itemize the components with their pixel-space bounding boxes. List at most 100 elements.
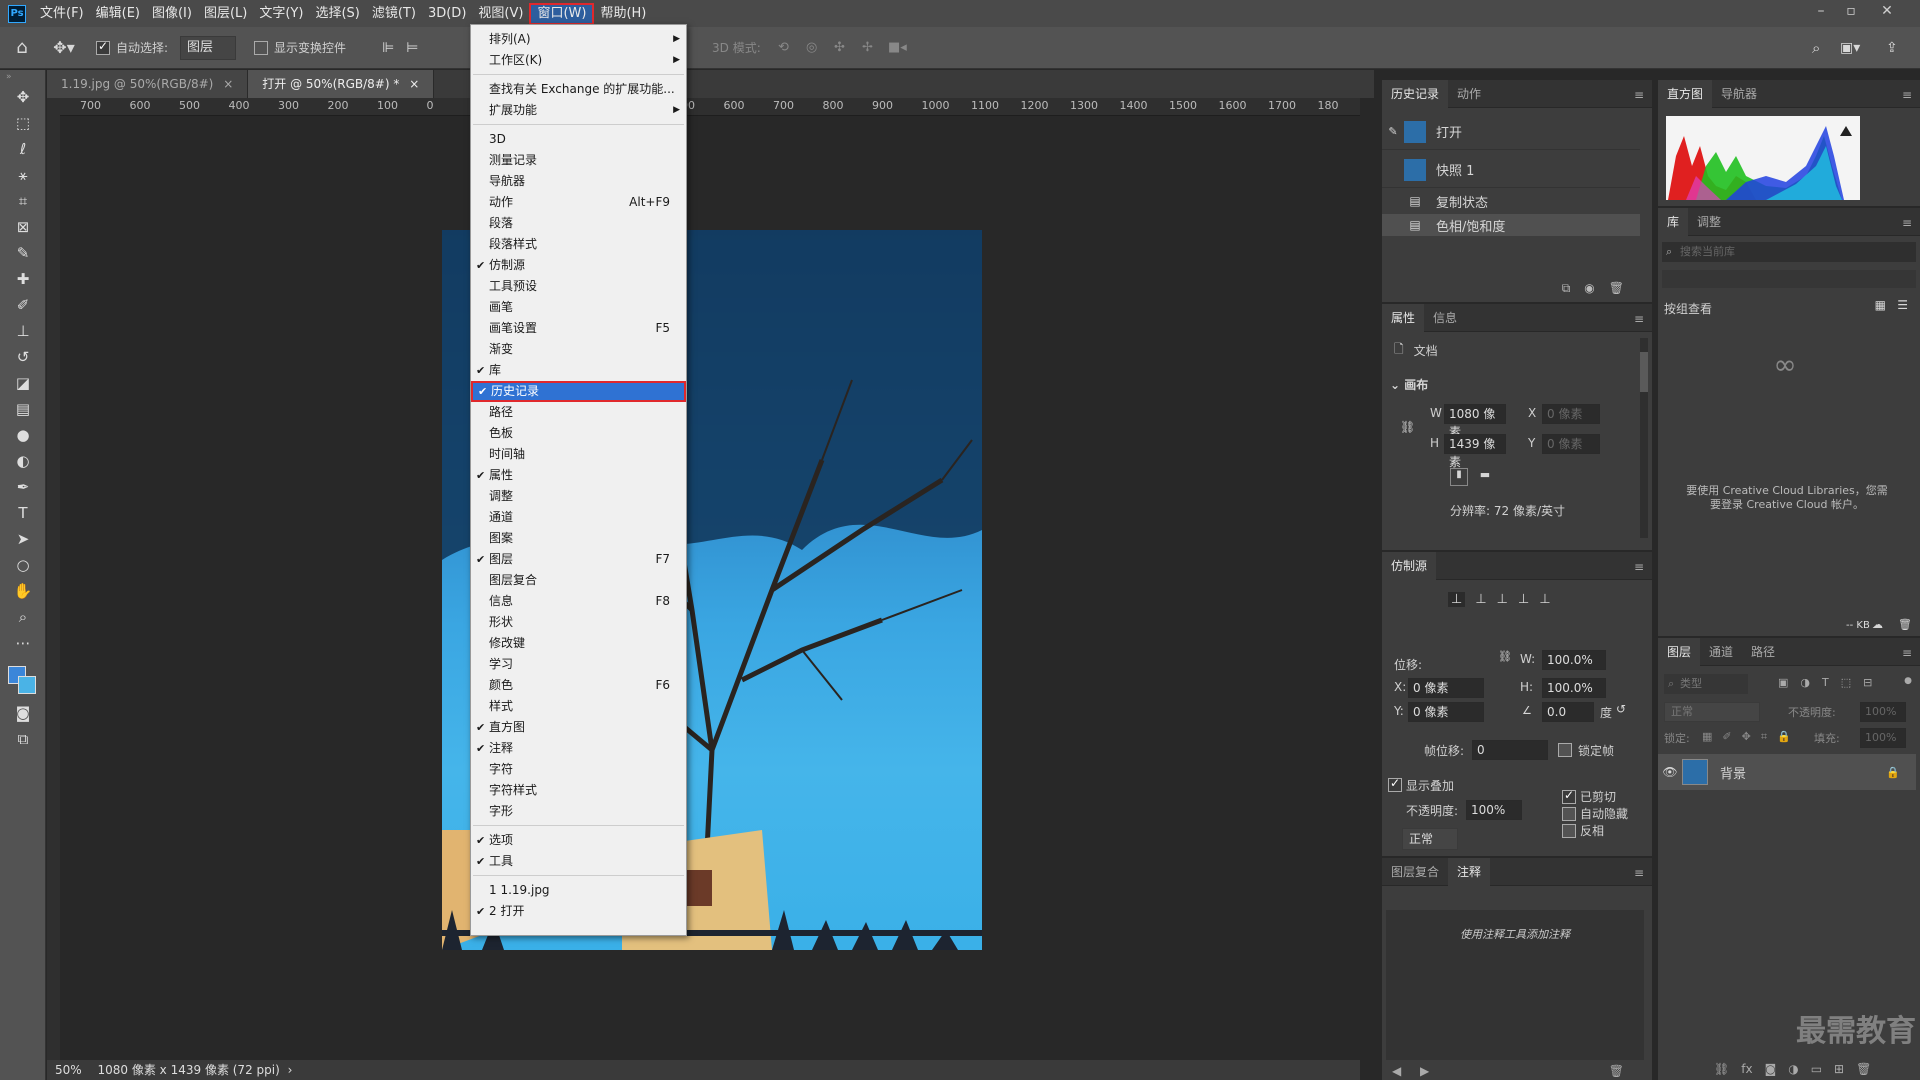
menu-filter[interactable]: 滤镜(T) [366, 3, 422, 25]
pen-icon[interactable]: ✒ [0, 474, 46, 500]
pan-3d-icon[interactable]: ✣ [834, 40, 845, 55]
crop-icon[interactable]: ⌗ [0, 188, 46, 214]
window-menu-item[interactable]: 扩展功能 ▶ [471, 100, 686, 121]
maximize-icon[interactable]: ▫ [1836, 0, 1866, 22]
layer-row[interactable]: 👁 背景 🔒 [1658, 754, 1916, 790]
menu-select[interactable]: 选择(S) [309, 3, 365, 25]
history-brush-icon[interactable]: ↺ [0, 344, 46, 370]
dodge-icon[interactable]: ◐ [0, 448, 46, 474]
auto-select-dropdown[interactable]: 图层 [180, 35, 237, 60]
lock-all-icon[interactable]: 🔒 [1777, 730, 1791, 744]
add-mask-icon[interactable]: ◙ [1765, 1062, 1777, 1076]
lock-frame-checkbox[interactable] [1558, 743, 1572, 757]
menu-image[interactable]: 图像(I) [146, 3, 198, 25]
window-menu-item[interactable]: 1 1.19.jpg [471, 880, 686, 901]
type-icon[interactable]: T [0, 500, 46, 526]
cloud-sync-icon[interactable]: ☁ [1872, 618, 1883, 631]
window-menu-item[interactable]: ✔ 注释 [471, 738, 686, 759]
previous-note-icon[interactable]: ◀ [1392, 1064, 1401, 1078]
delete-layer-icon[interactable]: 🗑 [1856, 1062, 1871, 1076]
share-icon[interactable]: ⇪ [1886, 40, 1898, 56]
home-icon[interactable]: ⌂ [0, 37, 44, 58]
overlay-opacity-field[interactable]: 100% [1466, 800, 1522, 820]
window-menu-item[interactable]: 工具预设 [471, 276, 686, 297]
window-menu-item[interactable]: 信息 F8 [471, 591, 686, 612]
window-menu-item[interactable]: 时间轴 [471, 444, 686, 465]
lock-position-icon[interactable]: ✥ [1742, 730, 1751, 744]
window-menu-item[interactable]: 颜色 F6 [471, 675, 686, 696]
filter-type-icon[interactable]: T [1822, 676, 1829, 689]
adjustment-layer-icon[interactable]: ◑ [1788, 1062, 1798, 1076]
history-item[interactable]: ✎ 打开 [1382, 114, 1640, 150]
library-search-input[interactable]: ⌕ 搜索当前库 [1662, 242, 1916, 262]
window-menu-item[interactable]: 修改键 [471, 633, 686, 654]
panel-menu-icon[interactable]: ≡ [1634, 866, 1644, 880]
next-note-icon[interactable]: ▶ [1420, 1064, 1429, 1078]
marquee-icon[interactable]: ⬚ [0, 110, 46, 136]
hand-icon[interactable]: ✋ [0, 578, 46, 604]
properties-scrollbar[interactable] [1640, 338, 1648, 538]
window-menu-item[interactable]: 测量记录 [471, 150, 686, 171]
window-menu-item[interactable]: 段落样式 [471, 234, 686, 255]
healing-brush-icon[interactable]: ✚ [0, 266, 46, 292]
lock-image-icon[interactable]: ✐ [1722, 730, 1731, 744]
screen-mode-icon[interactable]: ⧉ [0, 726, 46, 752]
list-view-icon[interactable]: ☰ [1897, 298, 1908, 312]
history-item[interactable]: ▤ 复制状态 [1382, 190, 1640, 212]
tab-channels[interactable]: 通道 [1700, 638, 1742, 666]
tab-adjustments[interactable]: 调整 [1688, 208, 1730, 236]
clone-source-5-icon[interactable]: ⊥ [1539, 592, 1550, 607]
history-brush-source-icon[interactable]: ✎ [1382, 125, 1404, 138]
new-group-icon[interactable]: ▭ [1811, 1062, 1822, 1076]
window-menu-item[interactable]: ✔ 仿制源 [471, 255, 686, 276]
search-icon[interactable]: ⌕ [1812, 39, 1820, 57]
window-menu-item[interactable]: 导航器 [471, 171, 686, 192]
notes-content-area[interactable]: 使用注释工具添加注释 [1386, 910, 1644, 1060]
tab-actions[interactable]: 动作 [1448, 80, 1490, 108]
collapse-icon[interactable]: » [0, 70, 46, 84]
window-menu-item[interactable]: 图层复合 [471, 570, 686, 591]
background-color[interactable] [18, 676, 36, 694]
history-item[interactable]: 快照 1 [1382, 152, 1640, 188]
clone-y-field[interactable]: 0 像素 [1408, 702, 1484, 722]
window-menu-item[interactable]: 字形 [471, 801, 686, 822]
group-view-dropdown[interactable]: 按组查看 [1664, 300, 1712, 317]
delete-icon[interactable]: 🗑 [1898, 618, 1912, 631]
window-menu-item[interactable]: 渐变 [471, 339, 686, 360]
align-center-icon[interactable]: ⊨ [406, 40, 418, 56]
color-swatches[interactable] [0, 656, 46, 700]
layer-filter-dropdown[interactable]: ⌕ 类型 [1664, 674, 1748, 694]
layer-opacity-field[interactable]: 100% [1860, 702, 1906, 722]
window-menu-item[interactable]: 画笔设置 F5 [471, 318, 686, 339]
lasso-icon[interactable]: ℓ [0, 136, 46, 162]
window-menu-item[interactable]: ✔ 2 打开 [471, 901, 686, 922]
window-menu-item[interactable]: ✔ 库 [471, 360, 686, 381]
panel-menu-icon[interactable]: ≡ [1902, 216, 1912, 230]
canvas-height-field[interactable]: 1439 像素 [1444, 434, 1506, 469]
auto-select-checkbox[interactable] [96, 39, 110, 55]
window-menu-item[interactable]: ✔ 属性 [471, 465, 686, 486]
window-menu-item[interactable]: 形状 [471, 612, 686, 633]
window-menu-item[interactable]: 段落 [471, 213, 686, 234]
visibility-eye-icon[interactable]: 👁 [1658, 765, 1682, 779]
tab-document-1[interactable]: 1.19.jpg @ 50%(RGB/8#) × [47, 70, 249, 98]
canvas-x-field[interactable]: 0 像素 [1542, 404, 1600, 424]
tab-navigator[interactable]: 导航器 [1712, 80, 1766, 108]
window-menu-item[interactable]: 路径 [471, 402, 686, 423]
panel-menu-icon[interactable]: ≡ [1902, 646, 1912, 660]
orbit-3d-icon[interactable]: ⟲ [778, 40, 789, 55]
reset-transform-icon[interactable]: ↺ [1616, 702, 1626, 716]
scrollbar-thumb[interactable] [1640, 352, 1648, 392]
panel-menu-icon[interactable]: ≡ [1902, 88, 1912, 102]
tab-close-icon[interactable]: × [409, 77, 419, 91]
panel-menu-icon[interactable]: ≡ [1634, 560, 1644, 574]
clone-x-field[interactable]: 0 像素 [1408, 678, 1484, 698]
tab-clone-source[interactable]: 仿制源 [1382, 551, 1437, 580]
tab-layer-comps[interactable]: 图层复合 [1382, 858, 1448, 886]
auto-hide-checkbox[interactable] [1562, 807, 1576, 821]
tab-document-2[interactable]: 打开 @ 50%(RGB/8#) * × [248, 70, 435, 98]
clone-source-3-icon[interactable]: ⊥ [1497, 592, 1508, 607]
document-info[interactable]: 1080 像素 x 1439 像素 (72 ppi) [98, 1063, 280, 1077]
frame-icon[interactable]: ⊠ [0, 214, 46, 240]
snapshot-camera-icon[interactable]: ◉ [1584, 281, 1594, 296]
